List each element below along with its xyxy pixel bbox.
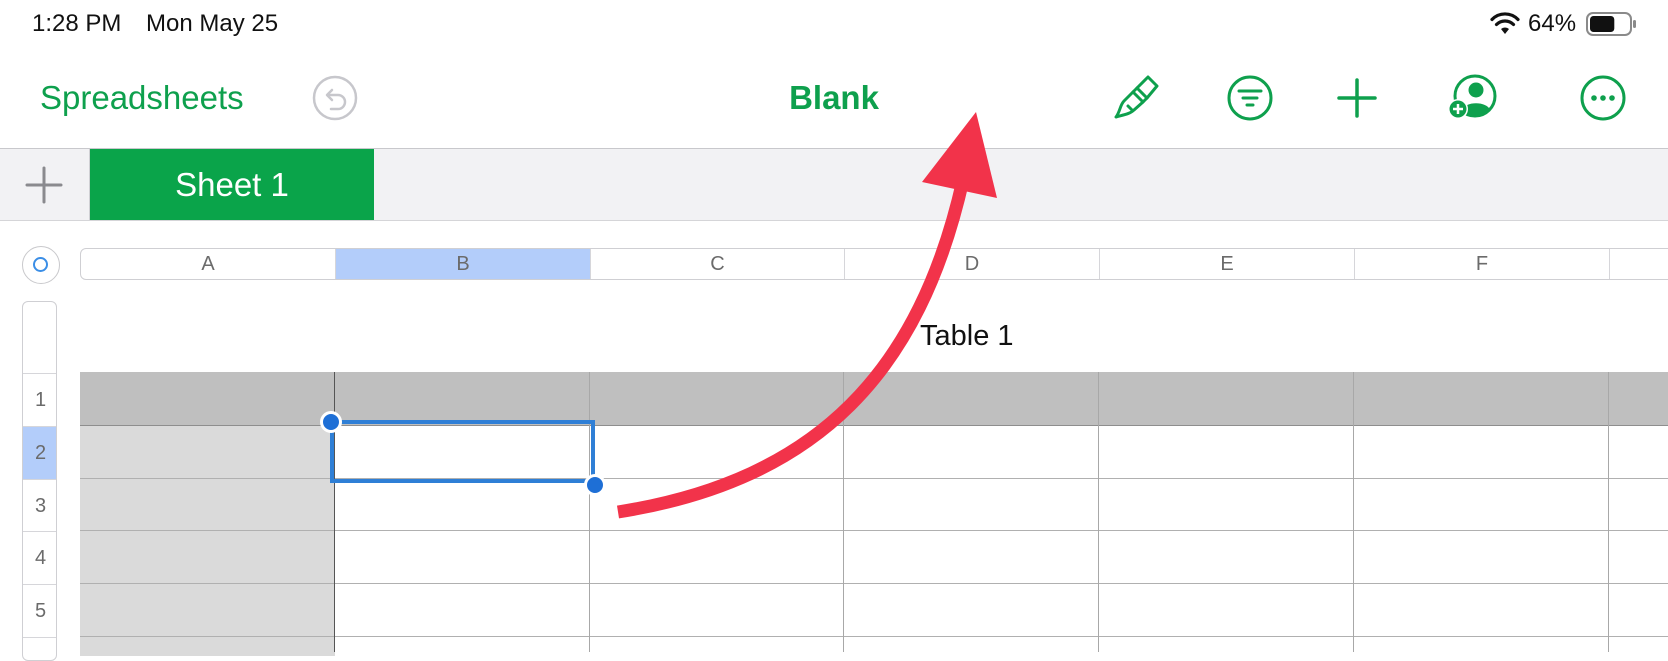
annotation-arrow	[616, 112, 997, 519]
